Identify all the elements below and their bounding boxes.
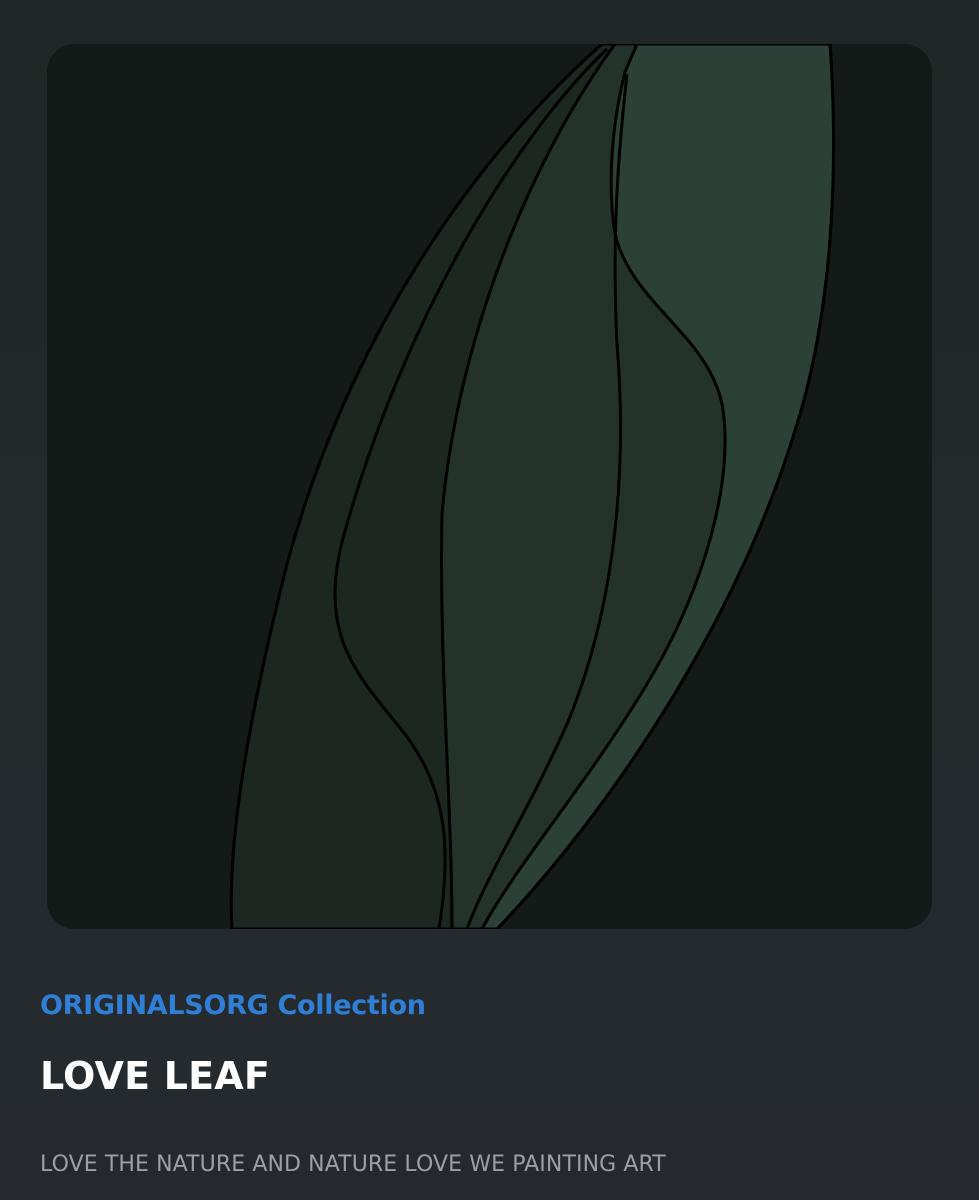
nft-title: LOVE LEAF: [40, 1054, 271, 1098]
leaf-illustration: [47, 44, 932, 929]
nft-artwork-image[interactable]: [47, 44, 932, 929]
collection-link[interactable]: ORIGINALSORG Collection: [40, 990, 426, 1021]
nft-description: LOVE THE NATURE AND NATURE LOVE WE PAINT…: [40, 1152, 666, 1177]
